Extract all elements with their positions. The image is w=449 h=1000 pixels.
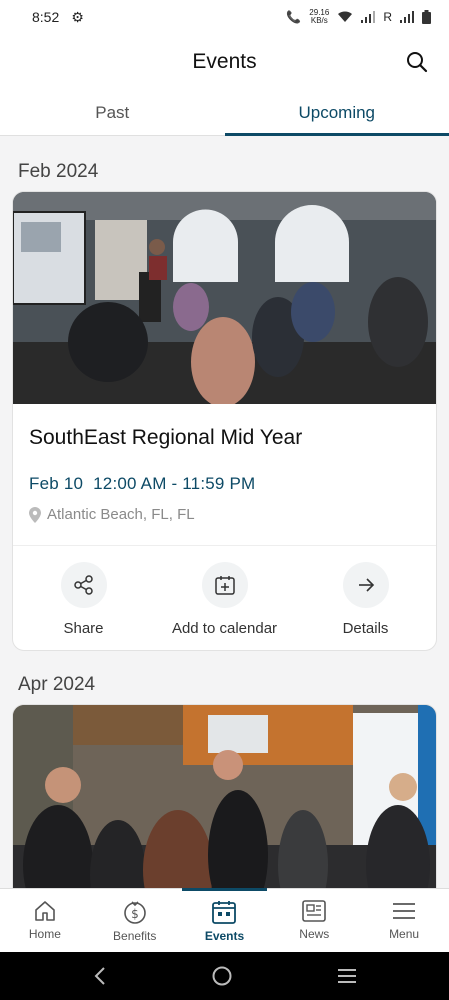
tab-past[interactable]: Past (0, 90, 225, 135)
nav-benefits[interactable]: $ Benefits (90, 889, 180, 952)
svg-text:$: $ (131, 907, 139, 921)
share-icon (73, 575, 93, 595)
event-title: SouthEast Regional Mid Year (29, 426, 303, 449)
nav-news[interactable]: News (269, 889, 359, 952)
nav-benefits-label: Benefits (113, 929, 157, 943)
share-button[interactable]: Share (13, 546, 154, 650)
details-label: Details (342, 620, 389, 637)
event-image (13, 705, 436, 888)
page-title: Events (192, 50, 257, 73)
app-header: Events (0, 34, 449, 90)
event-time-range: 12:00 AM - 11:59 PM (93, 474, 256, 493)
search-icon (407, 52, 428, 73)
add-to-calendar-label: Add to calendar (171, 620, 278, 637)
wifi-calling-icon: 📞 (286, 10, 302, 24)
event-card[interactable] (12, 704, 437, 888)
nav-menu-label: Menu (389, 927, 420, 941)
calendar-add-icon (214, 576, 235, 595)
event-card[interactable]: SouthEast Regional Mid Year Feb 10 12:00 … (12, 191, 437, 651)
bottom-navigation: Home $ Benefits Events News Menu (0, 888, 449, 952)
settings-gear-icon: ⚙ (71, 8, 84, 25)
add-to-calendar-button[interactable]: Add to calendar (154, 546, 295, 650)
event-datetime: Feb 10 12:00 AM - 11:59 PM (29, 474, 420, 494)
dollar-icon: $ (123, 901, 146, 924)
events-list[interactable]: Feb 2024 SouthEast Regional Mid Year Feb… (0, 136, 449, 888)
network-speed: 29.16 KB/s (309, 8, 330, 25)
nav-events-label: Events (204, 929, 245, 943)
system-navigation-bar (0, 952, 449, 1000)
arrow-right-icon (358, 578, 374, 592)
calendar-icon (212, 901, 237, 924)
roaming-indicator: R (383, 10, 392, 24)
event-image (13, 192, 436, 404)
month-header: Apr 2024 (18, 674, 96, 695)
status-time: 8:52 (32, 9, 60, 25)
nav-home[interactable]: Home (0, 889, 90, 952)
wifi-icon (338, 11, 353, 22)
hamburger-icon (393, 903, 416, 919)
nav-home-label: Home (28, 927, 61, 941)
card-actions: Share Add to calendar Details (13, 545, 436, 650)
status-icons: 📞 29.16 KB/s R (286, 9, 431, 25)
details-button[interactable]: Details (295, 546, 436, 650)
location-pin-icon (29, 506, 41, 523)
newspaper-icon (302, 900, 327, 922)
tab-upcoming[interactable]: Upcoming (224, 90, 449, 136)
signal-icon (361, 11, 376, 23)
signal-icon-2 (400, 11, 414, 23)
recents-icon[interactable] (336, 967, 358, 985)
event-location: Atlantic Beach, FL, FL (29, 506, 420, 523)
nav-news-label: News (299, 927, 330, 941)
location-text: Atlantic Beach, FL, FL (47, 506, 195, 523)
status-bar: 8:52 ⚙ 📞 29.16 KB/s R (0, 0, 449, 34)
share-label: Share (63, 620, 104, 637)
event-tabs: Past Upcoming (0, 90, 449, 136)
home-circle-icon[interactable] (211, 965, 233, 987)
search-button[interactable] (401, 46, 433, 78)
event-date: Feb 10 (29, 474, 84, 493)
nav-events[interactable]: Events (180, 888, 270, 952)
back-icon[interactable] (92, 966, 108, 986)
month-header: Feb 2024 (18, 161, 99, 182)
battery-icon (422, 10, 431, 24)
home-icon (35, 901, 55, 921)
nav-menu[interactable]: Menu (359, 889, 449, 952)
